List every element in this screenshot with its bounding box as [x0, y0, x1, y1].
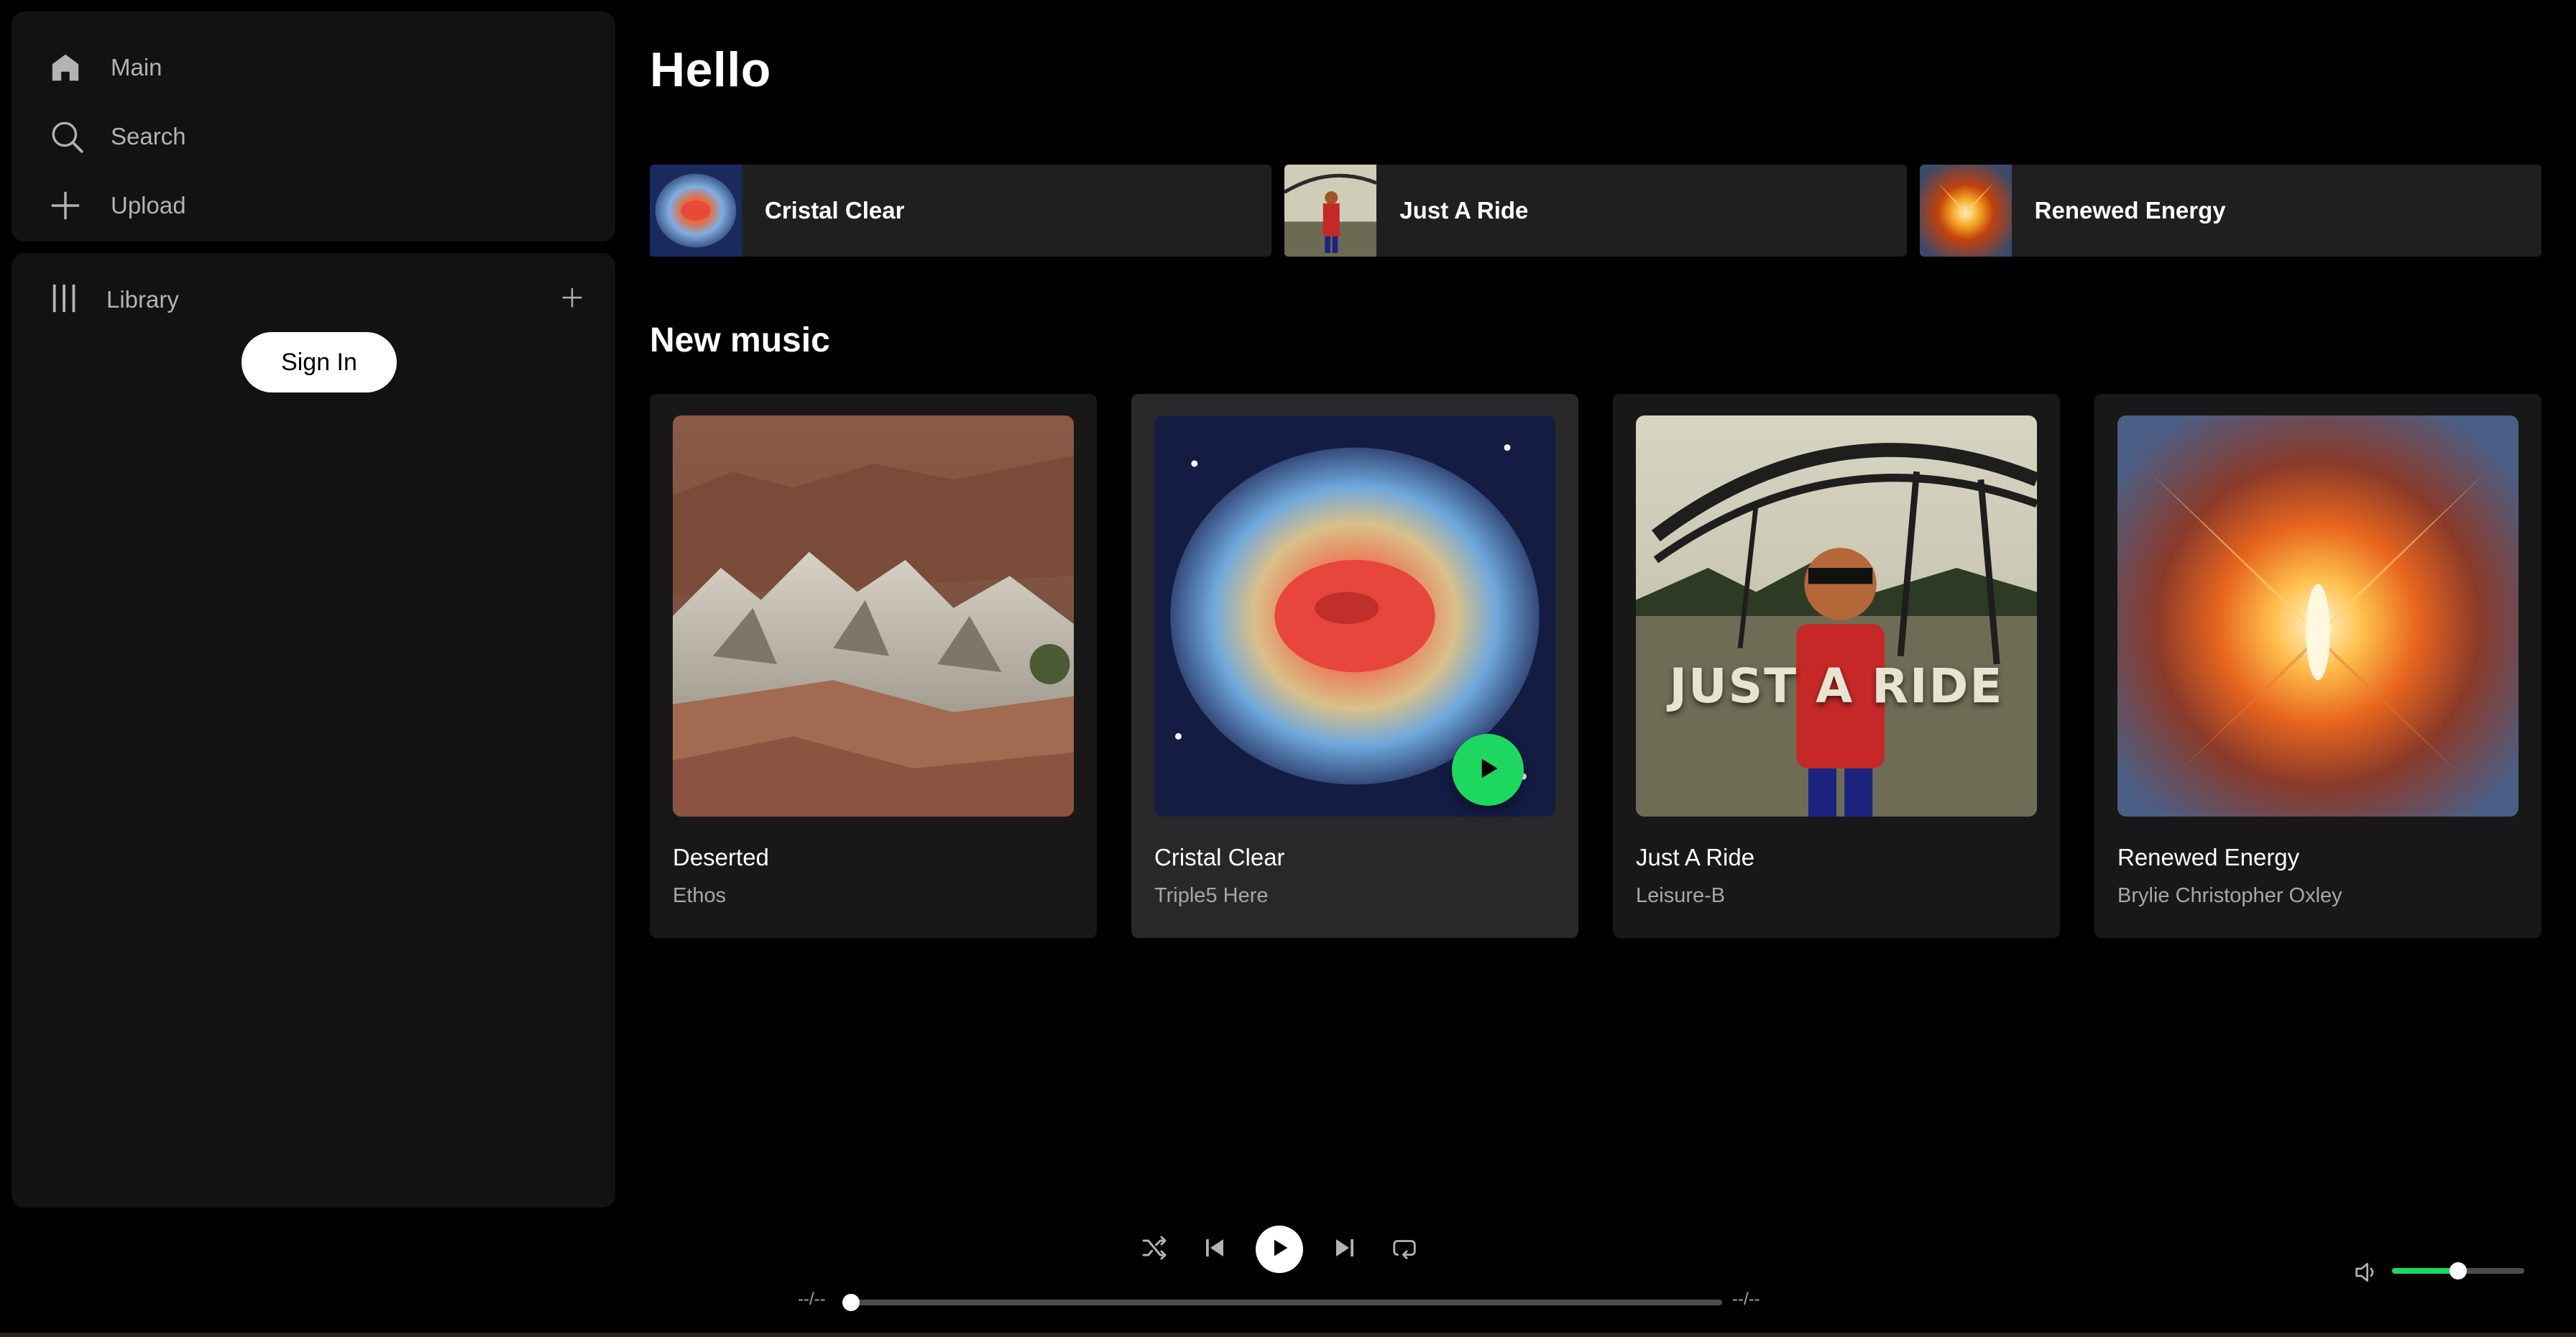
album-card-title: Deserted — [673, 844, 769, 870]
volume-slider-fill — [2392, 1268, 2458, 1274]
shuffle-button[interactable] — [1136, 1231, 1173, 1268]
album-art: JUST A RIDE — [1636, 415, 2037, 817]
album-art — [2117, 415, 2518, 817]
progress-handle[interactable] — [842, 1294, 860, 1311]
album-card-cristal-clear[interactable]: Cristal Clear Triple5 Here — [1131, 394, 1578, 938]
play-pause-button[interactable] — [1256, 1226, 1303, 1273]
quick-pick-title: Renewed Energy — [2034, 197, 2226, 224]
repeat-button[interactable] — [1386, 1231, 1423, 1268]
next-button[interactable] — [1326, 1231, 1363, 1268]
play-icon — [1473, 754, 1502, 786]
library-panel: Library Sign In — [12, 253, 615, 1208]
playback-controls — [1136, 1221, 1423, 1278]
album-card-artist: Ethos — [673, 884, 727, 907]
sidebar-nav-panel: Main Search Upload — [12, 12, 615, 242]
new-music-row: Deserted Ethos Cristal Clear Triple5 Her… — [650, 394, 2542, 938]
album-card-just-a-ride[interactable]: JUST A RIDE Just A Ride Leisure-B — [1613, 394, 2060, 938]
volume-handle[interactable] — [2450, 1262, 2467, 1279]
album-card-artist: Triple5 Here — [1154, 884, 1269, 907]
previous-button[interactable] — [1196, 1231, 1233, 1268]
album-card-artist: Leisure-B — [1636, 884, 1726, 907]
library-add-button[interactable] — [555, 282, 589, 316]
quick-pick-just-a-ride[interactable]: Just A Ride — [1284, 165, 1907, 257]
album-card-deserted[interactable]: Deserted Ethos — [650, 394, 1097, 938]
sidebar-item-label: Main — [111, 54, 162, 81]
search-icon — [49, 115, 111, 158]
home-icon — [49, 46, 111, 89]
sidebar-item-label: Search — [111, 123, 186, 150]
section-title-new-music: New music — [650, 321, 830, 359]
album-card-renewed-energy[interactable]: Renewed Energy Brylie Christopher Oxley — [2094, 394, 2542, 938]
play-button[interactable] — [1452, 734, 1524, 806]
time-elapsed: --/-- — [798, 1290, 826, 1309]
album-card-title: Renewed Energy — [2117, 844, 2300, 870]
quick-pick-cristal-clear[interactable]: Cristal Clear — [650, 165, 1272, 257]
album-art-thumbnail — [1284, 165, 1377, 257]
quick-pick-title: Just A Ride — [1399, 197, 1529, 224]
album-card-title: Cristal Clear — [1154, 844, 1285, 870]
plus-icon — [49, 184, 111, 227]
sidebar-item-main[interactable]: Main — [49, 39, 162, 96]
skip-forward-icon — [1332, 1235, 1358, 1264]
library-header[interactable]: Library — [49, 275, 179, 325]
plus-icon — [561, 286, 584, 313]
library-icon — [49, 282, 82, 318]
skip-back-icon — [1202, 1235, 1228, 1264]
sidebar-item-upload[interactable]: Upload — [49, 177, 186, 234]
sign-in-button[interactable]: Sign In — [242, 332, 397, 392]
volume-slider[interactable] — [2392, 1262, 2524, 1279]
quick-picks-row: Cristal Clear Just A Ride Renewed Energy — [650, 165, 2542, 257]
quick-pick-renewed-energy[interactable]: Renewed Energy — [1919, 165, 2542, 257]
page-title: Hello — [650, 42, 771, 97]
progress-bar[interactable] — [842, 1294, 1722, 1311]
album-art-thumbnail — [650, 165, 742, 257]
sidebar-item-search[interactable]: Search — [49, 108, 186, 165]
volume-button[interactable] — [2352, 1258, 2382, 1287]
album-card-artist: Brylie Christopher Oxley — [2117, 884, 2342, 907]
shuffle-icon — [1140, 1233, 1169, 1266]
library-label: Library — [106, 286, 179, 313]
album-card-title: Just A Ride — [1636, 844, 1755, 870]
album-art — [673, 415, 1074, 817]
repeat-icon — [1391, 1234, 1418, 1265]
window-bottom-edge — [0, 1333, 2576, 1337]
quick-pick-title: Cristal Clear — [765, 197, 905, 224]
album-art-thumbnail — [1919, 165, 2012, 257]
volume-icon — [2352, 1263, 2380, 1290]
time-total: --/-- — [1732, 1290, 1760, 1309]
sidebar-item-label: Upload — [111, 192, 186, 219]
play-icon — [1267, 1236, 1292, 1264]
album-art-caption: JUST A RIDE — [1669, 658, 2004, 714]
